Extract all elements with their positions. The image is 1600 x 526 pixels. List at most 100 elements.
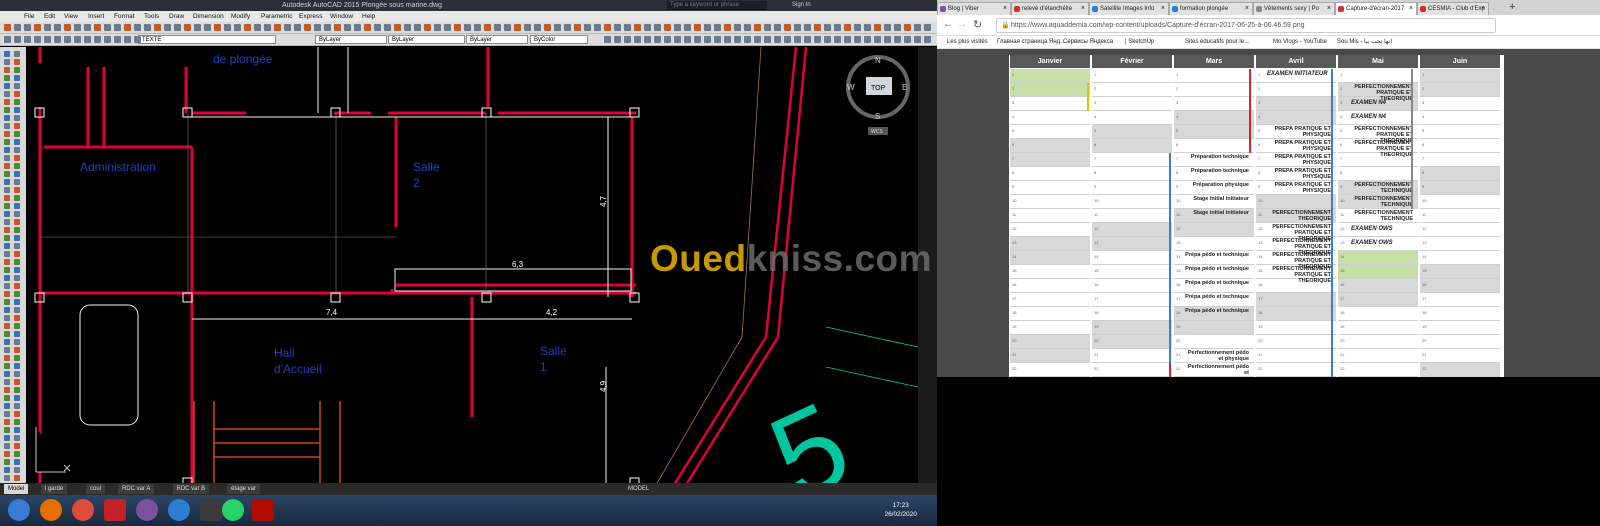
autocad-search-input[interactable]: Type a keyword or phrase [667, 1, 767, 10]
palette-tool-icon[interactable] [14, 339, 20, 345]
toolbar-icon[interactable] [864, 36, 871, 43]
back-icon[interactable]: ← [943, 19, 953, 30]
acrobat-icon[interactable] [252, 499, 274, 521]
palette-tool-icon[interactable] [4, 451, 10, 457]
toolbar-icon[interactable] [84, 24, 91, 31]
toolbar-icon[interactable] [84, 36, 91, 43]
plotstyle-select[interactable]: ByColor [530, 35, 588, 44]
palette-tool-icon[interactable] [14, 323, 20, 329]
palette-tool-icon[interactable] [14, 459, 20, 465]
close-tab-icon[interactable]: × [1409, 3, 1413, 15]
toolbar-icon[interactable] [924, 36, 931, 43]
palette-tool-icon[interactable] [4, 147, 10, 153]
toolbar-icon[interactable] [534, 24, 541, 31]
browser-tab[interactable]: CESMIA - Club d'Exp × [1417, 2, 1489, 15]
toolbar-icon[interactable] [514, 24, 521, 31]
browser-tab[interactable]: Satellite Images Info × [1089, 2, 1169, 15]
toolbar-icon[interactable] [884, 36, 891, 43]
close-tab-icon[interactable]: × [1481, 3, 1485, 15]
palette-tool-icon[interactable] [4, 275, 10, 281]
toolbar-icon[interactable] [234, 24, 241, 31]
palette-tool-icon[interactable] [4, 427, 10, 433]
toolbar-icon[interactable] [14, 24, 21, 31]
palette-tool-icon[interactable] [4, 163, 10, 169]
menu-window[interactable]: Window [330, 11, 353, 22]
sign-in-button[interactable]: Sign In [792, 0, 811, 11]
palette-tool-icon[interactable] [4, 411, 10, 417]
toolbar-icon[interactable] [64, 24, 71, 31]
toolbar-icon[interactable] [814, 36, 821, 43]
toolbar-icon[interactable] [264, 24, 271, 31]
toolbar-icon[interactable] [164, 24, 171, 31]
palette-tool-icon[interactable] [14, 411, 20, 417]
palette-tool-icon[interactable] [4, 235, 10, 241]
palette-tool-icon[interactable] [4, 459, 10, 465]
toolbar-icon[interactable] [914, 36, 921, 43]
palette-tool-icon[interactable] [14, 379, 20, 385]
palette-tool-icon[interactable] [14, 107, 20, 113]
toolbar-icon[interactable] [644, 36, 651, 43]
toolbar-icon[interactable] [464, 24, 471, 31]
close-tab-icon[interactable]: × [1161, 3, 1165, 15]
toolbar-icon[interactable] [564, 24, 571, 31]
chrome-icon[interactable] [72, 499, 94, 521]
palette-tool-icon[interactable] [14, 75, 20, 81]
palette-tool-icon[interactable] [14, 283, 20, 289]
toolbar-icon[interactable] [684, 24, 691, 31]
toolbar-icon[interactable] [844, 36, 851, 43]
palette-tool-icon[interactable] [14, 219, 20, 225]
toolbar-icon[interactable] [674, 24, 681, 31]
palette-tool-icon[interactable] [4, 371, 10, 377]
toolbar-icon[interactable] [504, 24, 511, 31]
palette-tool-icon[interactable] [4, 387, 10, 393]
palette-tool-icon[interactable] [14, 139, 20, 145]
close-tab-icon[interactable]: × [1245, 3, 1249, 15]
palette-tool-icon[interactable] [14, 275, 20, 281]
palette-tool-icon[interactable] [4, 139, 10, 145]
skype-icon[interactable] [168, 499, 190, 521]
toolbar-icon[interactable] [654, 24, 661, 31]
toolbar-icon[interactable] [384, 24, 391, 31]
palette-tool-icon[interactable] [4, 211, 10, 217]
palette-tool-icon[interactable] [4, 219, 10, 225]
menu-file[interactable]: File [24, 11, 34, 22]
toolbar-icon[interactable] [794, 36, 801, 43]
palette-tool-icon[interactable] [14, 419, 20, 425]
toolbar-icon[interactable] [214, 24, 221, 31]
palette-tool-icon[interactable] [14, 451, 20, 457]
palette-tool-icon[interactable] [4, 155, 10, 161]
toolbar-icon[interactable] [44, 36, 51, 43]
palette-tool-icon[interactable] [4, 243, 10, 249]
toolbar-icon[interactable] [704, 24, 711, 31]
toolbar-icon[interactable] [774, 24, 781, 31]
bookmark-item[interactable]: Sou Mis - إنها تحب بيا [1337, 36, 1392, 48]
linetype-select[interactable]: ByLayer [388, 35, 465, 44]
toolbar-icon[interactable] [204, 24, 211, 31]
palette-tool-icon[interactable] [4, 83, 10, 89]
toolbar-icon[interactable] [134, 24, 141, 31]
palette-tool-icon[interactable] [14, 363, 20, 369]
palette-tool-icon[interactable] [14, 395, 20, 401]
url-bar[interactable]: 🔒 https://www.aquaddemia.com/wp-content/… [996, 18, 1496, 33]
menu-draw[interactable]: Draw [169, 11, 184, 22]
palette-tool-icon[interactable] [4, 475, 10, 481]
toolbar-icon[interactable] [644, 24, 651, 31]
toolbar-icon[interactable] [764, 24, 771, 31]
toolbar-icon[interactable] [754, 24, 761, 31]
palette-tool-icon[interactable] [14, 251, 20, 257]
palette-tool-icon[interactable] [4, 195, 10, 201]
toolbar-icon[interactable] [394, 24, 401, 31]
toolbar-icon[interactable] [24, 24, 31, 31]
reload-icon[interactable]: ↻ [973, 18, 982, 31]
palette-tool-icon[interactable] [4, 171, 10, 177]
palette-tool-icon[interactable] [4, 339, 10, 345]
autocad-icon[interactable] [104, 499, 126, 521]
toolbar-icon[interactable] [874, 24, 881, 31]
menu-edit[interactable]: Edit [44, 11, 55, 22]
toolbar-icon[interactable] [844, 24, 851, 31]
palette-tool-icon[interactable] [14, 347, 20, 353]
new-tab-icon[interactable]: + [1509, 1, 1515, 13]
palette-tool-icon[interactable] [14, 155, 20, 161]
toolbar-icon[interactable] [914, 24, 921, 31]
toolbar-icon[interactable] [804, 36, 811, 43]
